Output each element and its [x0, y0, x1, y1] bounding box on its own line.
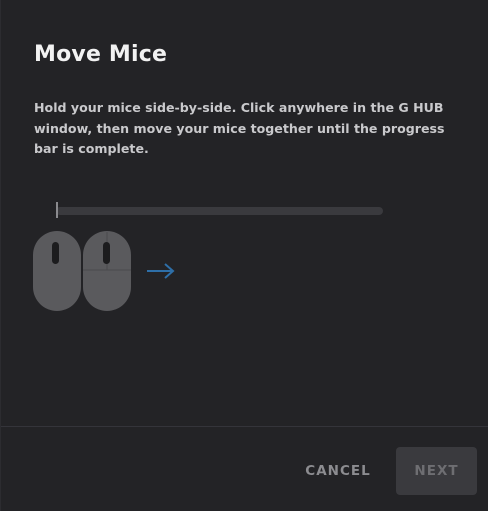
- move-mice-dialog: Move Mice Hold your mice side-by-side. C…: [0, 0, 488, 511]
- dialog-title: Move Mice: [34, 42, 168, 67]
- arrow-right-icon: [147, 263, 175, 279]
- progress-bar: [56, 207, 383, 215]
- dialog-instructions: Hold your mice side-by-side. Click anywh…: [34, 100, 445, 156]
- footer-divider: [1, 426, 488, 427]
- mouse-icon: [33, 231, 81, 311]
- next-button[interactable]: NEXT: [396, 447, 477, 495]
- cancel-button[interactable]: CANCEL: [297, 447, 379, 495]
- progress-marker: [56, 202, 58, 218]
- mouse-icon: [83, 231, 131, 311]
